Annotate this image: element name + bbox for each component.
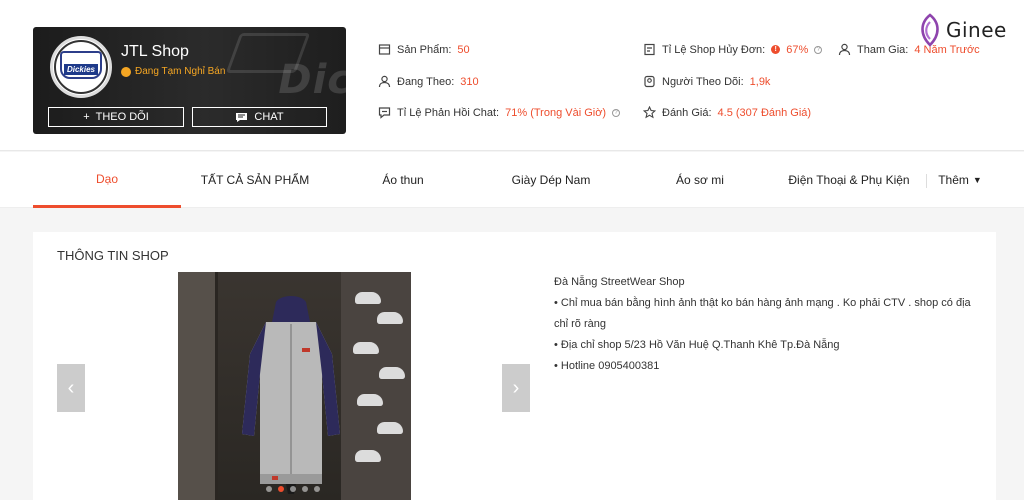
stat-label: Tham Gia:	[857, 43, 909, 56]
tab-more-label: Thêm	[938, 173, 969, 187]
shop-info-section: THÔNG TIN SHOP ‹ › Đà Nẵng StreetWear Sh…	[33, 232, 996, 500]
stat-value: 310	[460, 75, 479, 88]
message-icon	[378, 107, 391, 119]
status-dot-icon	[121, 66, 131, 77]
store-icon	[378, 44, 391, 55]
tab-divider	[926, 174, 927, 188]
stat-value: 71% (Trong Vài Giờ)	[505, 106, 607, 119]
shop-logo: Dickies	[54, 40, 108, 94]
stat-products: Sản Phẩm: 50	[378, 43, 470, 56]
warning-icon: !	[771, 45, 781, 54]
carousel-dot[interactable]	[302, 486, 308, 492]
star-icon	[643, 106, 656, 119]
photo-shoe-shelf	[341, 272, 411, 500]
user-icon	[378, 75, 391, 88]
chevron-left-icon: ‹	[67, 376, 75, 399]
help-icon[interactable]: ?	[814, 45, 823, 54]
logo-text: Dickies	[63, 63, 99, 75]
stat-value: 1,9k	[749, 75, 771, 88]
stat-value: 67%	[786, 43, 809, 56]
carousel-next-button[interactable]: ›	[502, 364, 530, 412]
carousel-dot[interactable]	[266, 486, 272, 492]
description-line: • Hotline 0905400381	[554, 360, 660, 372]
ginee-watermark: Ginee	[916, 13, 1007, 47]
chat-icon	[236, 112, 248, 122]
chevron-right-icon: ›	[512, 376, 520, 399]
stat-label: Sản Phẩm:	[397, 43, 452, 56]
hoodie-image	[242, 296, 340, 494]
caret-down-icon: ▼	[972, 175, 982, 185]
shop-description: Đà Nẵng StreetWear Shop • Chỉ mua bán bằ…	[554, 272, 974, 377]
user-plus-icon	[838, 43, 851, 56]
followers-icon	[644, 75, 655, 88]
stat-chat-response: Tỉ Lệ Phản Hồi Chat: 71% (Trong Vài Giờ)…	[378, 106, 621, 119]
stat-value: 50	[457, 43, 470, 56]
stat-label: Người Theo Dõi:	[662, 75, 744, 88]
cancel-order-icon	[644, 43, 655, 56]
banner-brand-text: Dic	[278, 57, 346, 103]
tab-more[interactable]: Thêm ▼	[929, 152, 991, 208]
ginee-logo-icon	[921, 13, 939, 47]
ginee-text: Ginee	[946, 18, 1007, 42]
stat-label: Đang Theo:	[397, 75, 455, 88]
shop-header: Dic Dickies JTL Shop Đang Tạm Nghỉ Bán +…	[0, 0, 1024, 151]
shop-status: Đang Tạm Nghỉ Bán	[121, 66, 225, 77]
tab-ao-so-mi[interactable]: Áo sơ mi	[625, 152, 775, 208]
chat-button[interactable]: CHAT	[192, 107, 327, 127]
carousel-dot[interactable]	[290, 486, 296, 492]
shop-status-text: Đang Tạm Nghỉ Bán	[135, 66, 226, 77]
shop-tabs: Dạo TẤT CẢ SẢN PHẨM Áo thun Giày Dép Nam…	[0, 152, 1024, 208]
stat-label: Tỉ Lệ Phản Hồi Chat:	[397, 106, 500, 119]
follow-label: THEO DÕI	[95, 111, 149, 123]
stat-label: Đánh Giá:	[662, 106, 712, 119]
stat-label: Tỉ Lệ Shop Hủy Đơn:	[662, 43, 766, 56]
follow-button[interactable]: + THEO DÕI	[48, 107, 184, 127]
stat-followers: Người Theo Dõi: 1,9k	[643, 75, 770, 88]
stat-cancel-rate: Tỉ Lệ Shop Hủy Đơn: ! 67% ?	[643, 43, 823, 56]
avatar[interactable]: Dickies	[50, 36, 112, 98]
stat-value: 4.5 (307 Đánh Giá)	[717, 106, 812, 119]
tab-dien-thoai-phu-kien[interactable]: Điện Thoại & Phụ Kiện	[775, 152, 923, 208]
tab-all-products[interactable]: TẤT CẢ SẢN PHẨM	[181, 152, 329, 208]
tab-dao[interactable]: Dạo	[33, 152, 181, 208]
plus-icon: +	[83, 111, 90, 123]
stat-following: Đang Theo: 310	[378, 75, 479, 88]
description-line: • Địa chỉ shop 5/23 Hồ Văn Huệ Q.Thanh K…	[554, 339, 840, 351]
tab-ao-thun[interactable]: Áo thun	[329, 152, 477, 208]
description-line: Đà Nẵng StreetWear Shop	[554, 276, 685, 288]
shop-photo	[178, 272, 411, 500]
section-title: THÔNG TIN SHOP	[57, 248, 169, 263]
tab-giay-dep-nam[interactable]: Giày Dép Nam	[477, 152, 625, 208]
carousel-prev-button[interactable]: ‹	[57, 364, 85, 412]
help-icon[interactable]: ?	[612, 108, 621, 117]
shop-card: Dic Dickies JTL Shop Đang Tạm Nghỉ Bán +…	[33, 27, 346, 134]
shop-name[interactable]: JTL Shop	[121, 43, 189, 61]
carousel-dot[interactable]	[314, 486, 320, 492]
chat-label: CHAT	[254, 111, 284, 123]
description-line: • Chỉ mua bán bằng hình ảnh thật ko bán …	[554, 297, 971, 330]
carousel-dot-active[interactable]	[278, 486, 284, 492]
stat-rating: Đánh Giá: 4.5 (307 Đánh Giá)	[643, 106, 811, 119]
photo-door	[178, 272, 218, 500]
